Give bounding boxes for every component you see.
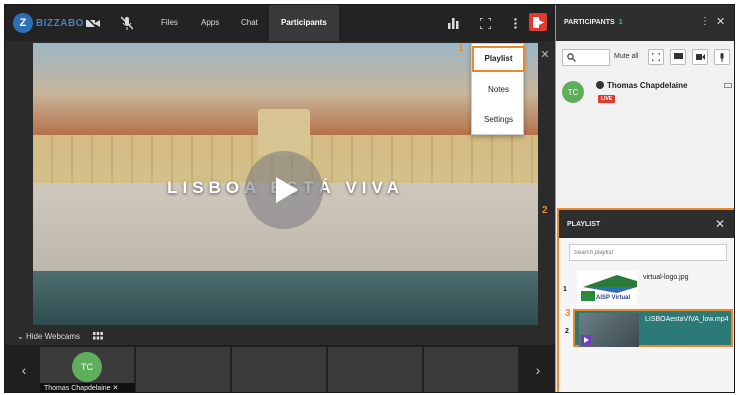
- tab-files[interactable]: Files: [155, 5, 184, 41]
- scroll-right-icon[interactable]: ›: [523, 345, 553, 392]
- logo-text: BIZZABO: [36, 17, 84, 29]
- virtual-logo-thumbnail: AISP Virtual: [581, 275, 637, 301]
- menu-item-settings[interactable]: Settings: [472, 107, 525, 133]
- fullscreen-icon[interactable]: [477, 15, 493, 31]
- leave-button[interactable]: [529, 13, 547, 31]
- webcam-tile-empty: [136, 347, 231, 392]
- webcam-strip: ‹ TC Thomas Chapdelaine ✕ ›: [5, 345, 555, 392]
- participants-title: PARTICIPANTS 1: [564, 19, 623, 26]
- tab-chat[interactable]: Chat: [235, 5, 264, 41]
- search-icon: [567, 53, 576, 62]
- mute-all-label: Mute all: [614, 53, 639, 60]
- playlist-item-active[interactable]: 2 LISBOAestaVIVA_low.mp4: [565, 309, 733, 347]
- playlist-thumbnail: [579, 313, 639, 347]
- mute-all-fullscreen-button[interactable]: [648, 49, 664, 65]
- mic-icon: [720, 52, 724, 62]
- options-menu: Playlist Notes Settings: [471, 43, 525, 135]
- participants-count: 1: [618, 19, 623, 26]
- stats-icon[interactable]: [445, 15, 461, 31]
- callout-marker-1: 1: [458, 43, 464, 54]
- play-button[interactable]: [245, 151, 323, 229]
- avatar: TC: [562, 81, 584, 103]
- hide-webcams-toggle[interactable]: ⌄ Hide Webcams: [17, 332, 80, 341]
- playlist-title: PLAYLIST: [567, 221, 601, 228]
- screen-share-icon: [673, 53, 683, 59]
- chevron-down-icon: ⌄: [17, 332, 24, 341]
- hide-webcams-label: Hide Webcams: [25, 332, 81, 341]
- camera-off-icon[interactable]: [85, 15, 101, 31]
- close-icon[interactable]: ✕: [715, 217, 725, 231]
- close-icon[interactable]: ✕: [716, 15, 725, 28]
- participant-row[interactable]: TC Thomas Chapdelaine LIVE: [556, 73, 734, 113]
- participant-name: Thomas Chapdelaine: [596, 81, 687, 90]
- camera-status-icon: [724, 83, 732, 88]
- playlist-item-index: 2: [565, 328, 569, 335]
- more-menu-icon[interactable]: ⋮: [700, 16, 710, 27]
- mute-all-camera-button[interactable]: [692, 49, 708, 65]
- playlist-search-input[interactable]: [569, 244, 727, 261]
- playlist-header: PLAYLIST ✕: [559, 210, 734, 238]
- webcam-user-name-text: Thomas Chapdelaine: [44, 385, 111, 392]
- app-window: Z BIZZABO Files Apps Chat Participants L…: [4, 4, 735, 393]
- avatar: TC: [72, 352, 102, 382]
- playlist-panel: PLAYLIST ✕ 1 AISP Virtual virtual-logo.j…: [557, 208, 734, 392]
- live-badge: LIVE: [598, 95, 616, 103]
- callout-marker-2: 2: [542, 205, 548, 216]
- top-toolbar: Z BIZZABO Files Apps Chat Participants: [5, 5, 555, 41]
- camera-icon: [695, 54, 705, 60]
- close-icon[interactable]: ✕: [539, 49, 551, 61]
- play-icon: [581, 335, 591, 345]
- app-logo: Z BIZZABO: [13, 13, 84, 33]
- webcam-tile-empty: [328, 347, 423, 392]
- playlist-item-name: LISBOAestaVIVA_low.mp4: [645, 316, 729, 323]
- mute-all-mic-button[interactable]: [714, 49, 730, 65]
- mic-off-icon[interactable]: [119, 15, 135, 31]
- moderator-icon: [596, 81, 604, 89]
- thumbnail-logo-text: AISP Virtual: [596, 295, 630, 301]
- participants-toolbar: Mute all: [556, 45, 734, 71]
- callout-marker-3: 3: [565, 308, 571, 319]
- video-player[interactable]: LISBOA ESTÁ VIVA: [33, 43, 538, 325]
- scroll-left-icon[interactable]: ‹: [9, 345, 39, 392]
- participants-title-text: PARTICIPANTS: [564, 19, 615, 26]
- participants-header: PARTICIPANTS 1 ⋮ ✕: [556, 5, 734, 41]
- fullscreen-icon: [652, 53, 660, 61]
- more-menu-icon[interactable]: [507, 15, 523, 31]
- webcam-tile[interactable]: TC Thomas Chapdelaine ✕: [40, 347, 135, 392]
- tab-apps[interactable]: Apps: [195, 5, 225, 41]
- play-icon: [276, 177, 298, 203]
- participant-search-input[interactable]: [562, 49, 610, 66]
- webcam-tile-empty: [424, 347, 519, 392]
- logo-badge: Z: [13, 13, 33, 33]
- exit-icon: [532, 16, 544, 28]
- grid-view-icon[interactable]: [93, 332, 103, 340]
- participant-name-text: Thomas Chapdelaine: [607, 81, 688, 90]
- tab-participants[interactable]: Participants: [269, 5, 339, 41]
- playlist-item[interactable]: 1 AISP Virtual virtual-logo.jpg: [563, 269, 733, 307]
- webcam-user-name: Thomas Chapdelaine ✕: [40, 383, 135, 392]
- playlist-item-name: virtual-logo.jpg: [643, 274, 689, 281]
- playlist-item-index: 1: [563, 286, 567, 293]
- playlist-thumbnail: AISP Virtual: [577, 271, 637, 305]
- webcam-controls: ⌄ Hide Webcams: [5, 327, 555, 345]
- mic-off-icon: ✕: [112, 385, 119, 392]
- video-scene-water: [33, 271, 538, 325]
- menu-item-playlist[interactable]: Playlist: [472, 46, 525, 72]
- video-scene-arch: [258, 109, 310, 155]
- mute-all-screen-button[interactable]: [670, 49, 686, 65]
- webcam-tile-empty: [232, 347, 327, 392]
- menu-item-notes[interactable]: Notes: [472, 77, 525, 103]
